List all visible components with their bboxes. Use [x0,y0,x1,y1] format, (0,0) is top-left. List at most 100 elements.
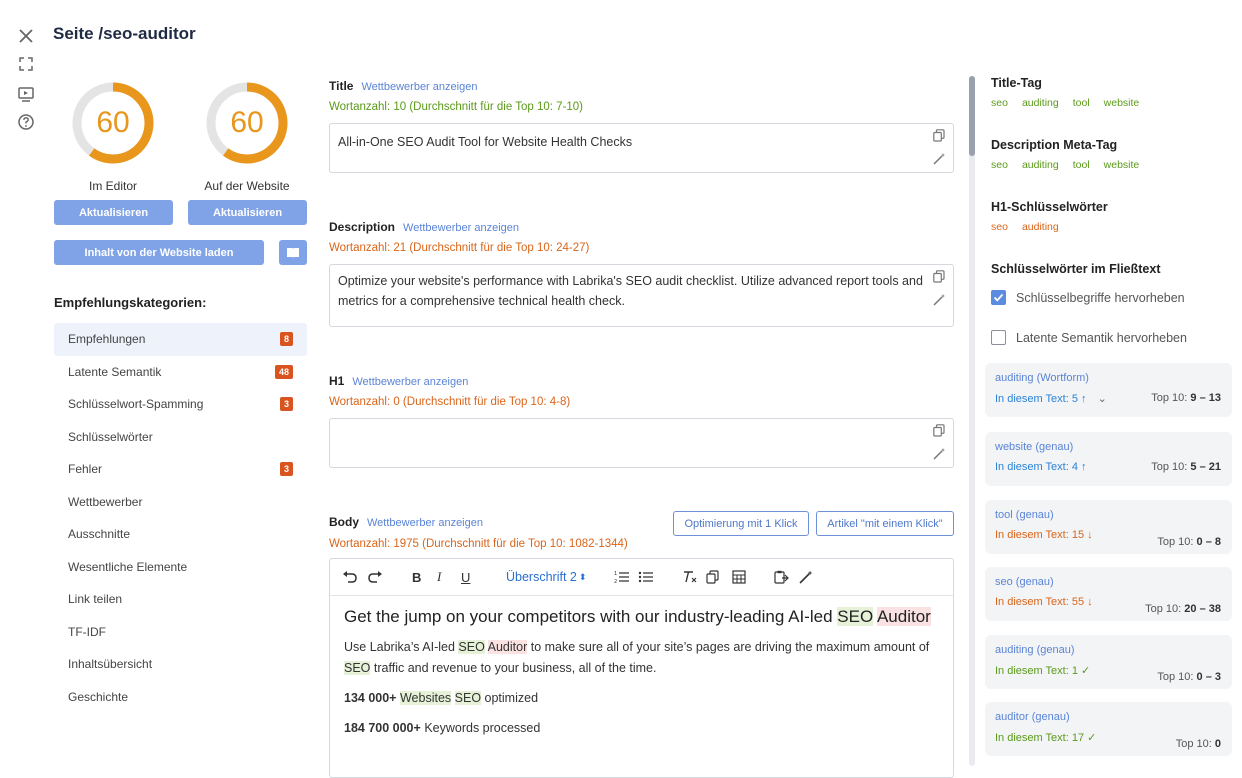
undo-icon[interactable] [342,569,358,585]
help-icon[interactable] [16,112,36,132]
heading-select-value: Überschrift 2 [506,570,577,584]
keyword-count: In diesem Text: 15 ↓ [995,529,1093,541]
highlight-lsi-checkbox[interactable]: Latente Semantik hervorheben [991,330,1187,345]
table-icon[interactable] [732,569,746,585]
refresh-editor-button[interactable]: Aktualisieren [54,200,173,225]
highlight-keywords-checkbox[interactable]: Schlüsselbegriffe hervorheben [991,290,1185,305]
one-click-optimize-button[interactable]: Optimierung mit 1 Klick [673,511,809,536]
category-label: Schlüsselwörter [68,429,153,444]
category-item[interactable]: TF-IDF [54,616,307,649]
category-item[interactable]: Schlüsselwörter [54,421,307,454]
book-icon[interactable] [279,240,307,265]
score-gauge-editor: 60 [70,80,156,166]
updown-icon: ⬍ [578,571,587,582]
top10-label: Top 10: [1157,536,1194,548]
body-keywords-heading: Schlüsselwörter im Fließtext [991,262,1161,276]
field-label-text: Body [329,515,359,529]
category-label: Fehler [68,462,103,477]
keyword-card[interactable]: auditing (genau) In diesem Text: 1 ✓ Top 1… [985,635,1232,689]
underline-icon[interactable]: U [461,569,470,585]
body-editor[interactable]: B I U Überschrift 2 ⬍ 12 Get the jump on … [329,558,954,778]
show-competitors-link[interactable]: Wettbewerber anzeigen [361,81,477,93]
keyword-highlight: Auditor [487,640,528,654]
scrollbar-thumb[interactable] [969,76,975,156]
magic-wand-icon[interactable] [932,292,946,306]
keyword-card[interactable]: auditing (Wortform) In diesem Text: 5 ↑ ⌄… [985,363,1232,417]
category-label: Link teilen [68,592,123,607]
category-item[interactable]: Empfehlungen 8 [54,323,307,356]
count-badge: 3 [279,397,293,412]
category-item[interactable]: Inhaltsübersicht [54,648,307,681]
category-item[interactable]: Link teilen [54,583,307,616]
top10-value: 0 – 3 [1196,671,1221,683]
top10-range: Top 10: 9 – 13 [1151,392,1221,404]
ordered-list-icon[interactable]: 12 [614,569,630,585]
category-item[interactable]: Fehler 3 [54,453,307,486]
load-from-website-button[interactable]: Inhalt von der Website laden [54,240,264,265]
copy-icon[interactable] [932,423,946,437]
show-competitors-link[interactable]: Wettbewerber anzeigen [352,376,468,388]
clear-format-icon[interactable] [682,569,698,585]
checkbox-unchecked-icon[interactable] [991,330,1006,345]
content-paragraph: Use Labrika’s AI-led SEO Auditor to make… [344,637,939,679]
fullscreen-icon[interactable] [16,54,36,74]
keyword-card[interactable]: tool (genau) In diesem Text: 15 ↓ Top 10: … [985,500,1232,554]
scrollbar[interactable] [969,76,975,766]
one-click-article-button[interactable]: Artikel "mit einem Klick" [816,511,954,536]
italic-icon[interactable]: I [437,569,441,585]
heading-select[interactable]: Überschrift 2 ⬍ [506,569,586,585]
top10-value: 0 – 8 [1196,536,1221,548]
category-item[interactable]: Wesentliche Elemente [54,551,307,584]
copy-icon[interactable] [932,269,946,283]
keyword-highlight: Auditor [876,607,931,626]
description-label: Description Wettbewerber anzeigen [329,220,519,234]
keyword-count: In diesem Text: 55 ↓ [995,596,1093,608]
description-input[interactable]: Optimize your website's performance with… [329,264,954,327]
paste-icon[interactable] [774,569,789,585]
count-text: In diesem Text: 55 [995,596,1085,608]
category-item[interactable]: Geschichte [54,681,307,714]
show-competitors-link[interactable]: Wettbewerber anzeigen [367,517,483,529]
checkbox-checked-icon[interactable] [991,290,1006,305]
copy-icon[interactable] [706,569,719,585]
video-icon[interactable] [16,84,36,104]
score-value: 60 [96,106,130,139]
keyword-tag: seo [991,97,1008,109]
bold-icon[interactable]: B [412,569,421,585]
close-icon[interactable] [16,26,36,46]
show-competitors-link[interactable]: Wettbewerber anzeigen [403,222,519,234]
top10-label: Top 10: [1151,461,1188,473]
magic-wand-icon[interactable] [932,151,946,165]
top10-range: Top 10: 20 – 38 [1145,603,1221,615]
top10-label: Top 10: [1175,738,1212,750]
chevron-down-icon[interactable]: ⌄ [1098,393,1107,405]
gauge-label: Auf der Website [204,179,290,193]
h1-input[interactable] [329,418,954,468]
category-label: Ausschnitte [68,527,131,542]
category-item[interactable]: Latente Semantik 48 [54,356,307,389]
magic-wand-icon[interactable] [932,446,946,460]
keyword-count: In diesem Text: 17 ✓ [995,731,1096,744]
category-label: TF-IDF [68,624,106,639]
stat-number: 184 700 000+ [344,721,421,735]
category-item[interactable]: Ausschnitte [54,518,307,551]
editor-content[interactable]: Get the jump on your competitors with ou… [330,596,953,758]
copy-icon[interactable] [932,128,946,142]
checkbox-label: Latente Semantik hervorheben [1016,330,1187,345]
keyword-card[interactable]: auditor (genau) In diesem Text: 17 ✓ Top 1… [985,702,1232,756]
keyword-tag: seo [991,221,1008,233]
keyword-tag: seo [991,159,1008,171]
bullet-list-icon[interactable] [638,569,654,585]
magic-wand-icon[interactable] [799,569,814,585]
redo-icon[interactable] [367,569,383,585]
category-item[interactable]: Schlüsselwort-Spamming 3 [54,388,307,421]
refresh-website-button[interactable]: Aktualisieren [188,200,307,225]
keyword-card[interactable]: website (genau) In diesem Text: 4 ↑ Top 10… [985,432,1232,486]
trend-icon: ↓ [1087,529,1093,541]
top10-value: 9 – 13 [1190,392,1221,404]
keyword-card[interactable]: seo (genau) In diesem Text: 55 ↓ Top 10: 2… [985,567,1232,621]
category-item[interactable]: Wettbewerber [54,486,307,519]
title-input[interactable]: All-in-One SEO Audit Tool for Website He… [329,123,954,173]
keyword-name: auditing (Wortform) [995,372,1089,384]
trend-icon: ↑ [1081,393,1087,405]
